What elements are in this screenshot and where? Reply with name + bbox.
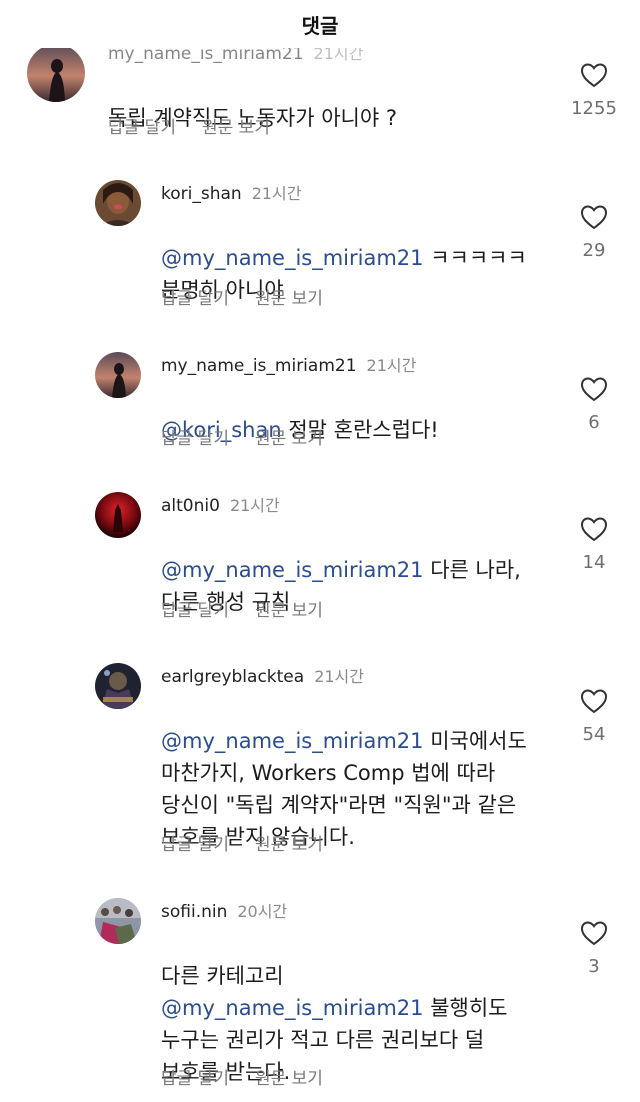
reply-button[interactable]: 답글 달기 xyxy=(108,113,176,138)
comment-actions: 답글 달기 원문 보기 xyxy=(161,1064,349,1089)
comment-username[interactable]: kori_shan xyxy=(161,184,242,204)
like-button[interactable]: 3 xyxy=(566,920,622,977)
comment-timestamp: 20시간 xyxy=(237,902,288,921)
reply-button[interactable]: 답글 달기 xyxy=(161,596,229,621)
sunset-silhouette-avatar[interactable] xyxy=(95,352,141,398)
like-count: 54 xyxy=(582,724,606,745)
comment-actions: 답글 달기 원문 보기 xyxy=(161,284,349,309)
heart-icon[interactable] xyxy=(580,204,608,230)
comments-header: 댓글 xyxy=(0,0,640,48)
comment-author-row: my_name_is_miriam21 21시간 xyxy=(161,352,416,376)
comment-timestamp: 21시간 xyxy=(366,356,417,375)
comment-username[interactable]: my_name_is_miriam21 xyxy=(161,356,357,376)
comment-text: @my_name_is_miriam21 미국에서도 마찬가지, Workers… xyxy=(161,729,527,849)
like-count: 3 xyxy=(588,956,600,977)
comment-actions: 답글 달기 원문 보기 xyxy=(161,830,349,855)
see-original-button[interactable]: 원문 보기 xyxy=(255,284,323,309)
reply-item: my_name_is_miriam21 21시간 @kori_shan 정말 혼… xyxy=(0,330,640,480)
comment-actions: 답글 달기 원문 보기 xyxy=(108,113,296,138)
like-button[interactable]: 54 xyxy=(566,688,622,745)
heart-icon[interactable] xyxy=(580,516,608,542)
reply-button[interactable]: 답글 달기 xyxy=(161,830,229,855)
see-original-button[interactable]: 원문 보기 xyxy=(255,596,323,621)
comment-actions: 답글 달기 원문 보기 xyxy=(161,596,349,621)
like-button[interactable]: 6 xyxy=(566,376,622,433)
woman-selfie-avatar[interactable] xyxy=(95,180,141,226)
comment-author-row: alt0ni0 21시간 xyxy=(161,492,280,516)
crowd-photo-avatar[interactable] xyxy=(95,898,141,944)
like-count: 29 xyxy=(582,240,606,261)
comment-author-row: kori_shan 21시간 xyxy=(161,180,302,204)
like-count: 14 xyxy=(582,552,606,573)
comment-username[interactable]: earlgreyblacktea xyxy=(161,667,304,687)
reply-item: kori_shan 21시간 @my_name_is_miriam21 ㅋㅋㅋㅋ… xyxy=(0,150,640,330)
heart-icon[interactable] xyxy=(580,376,608,402)
comment-timestamp: 21시간 xyxy=(229,496,280,515)
red-dark-avatar[interactable] xyxy=(95,492,141,538)
like-count: 6 xyxy=(588,412,600,433)
heart-icon[interactable] xyxy=(580,688,608,714)
like-button[interactable]: 29 xyxy=(566,204,622,261)
mention-link[interactable]: @my_name_is_miriam21 xyxy=(161,558,424,582)
reply-button[interactable]: 답글 달기 xyxy=(161,284,229,309)
comment-timestamp: 21시간 xyxy=(251,184,302,203)
like-button[interactable]: 1255 xyxy=(566,62,622,119)
see-original-button[interactable]: 원문 보기 xyxy=(202,113,270,138)
reply-button[interactable]: 답글 달기 xyxy=(161,1064,229,1089)
mention-link[interactable]: @my_name_is_miriam21 xyxy=(161,996,424,1020)
comment-author-row: earlgreyblacktea 21시간 xyxy=(161,663,364,687)
heart-icon[interactable] xyxy=(580,62,608,88)
mention-link[interactable]: @my_name_is_miriam21 xyxy=(161,246,424,270)
sunset-silhouette-avatar[interactable] xyxy=(27,44,85,102)
comment-username[interactable]: sofii.nin xyxy=(161,902,227,922)
reply-item: sofii.nin 20시간 다른 카테고리 @my_name_is_miria… xyxy=(0,890,640,1102)
comment-username[interactable]: alt0ni0 xyxy=(161,496,220,516)
comment-actions: 답글 달기 원문 보기 xyxy=(161,424,349,449)
comments-feed: my_name_is_miriam21 21시간 독립 계약직도 노동자가 아니… xyxy=(0,0,640,1102)
comment-author-row: sofii.nin 20시간 xyxy=(161,898,287,922)
comment-timestamp: 21시간 xyxy=(314,667,364,686)
see-original-button[interactable]: 원문 보기 xyxy=(255,830,323,855)
reply-item: earlgreyblacktea 21시간 @my_name_is_miriam… xyxy=(0,650,640,890)
like-button[interactable]: 14 xyxy=(566,516,622,573)
like-count: 1255 xyxy=(571,98,617,119)
reply-button[interactable]: 답글 달기 xyxy=(161,424,229,449)
see-original-button[interactable]: 원문 보기 xyxy=(255,1064,323,1089)
heart-icon[interactable] xyxy=(580,920,608,946)
game-art-avatar[interactable] xyxy=(95,663,141,709)
reply-item: alt0ni0 21시간 @my_name_is_miriam21 다른 나라,… xyxy=(0,480,640,650)
see-original-button[interactable]: 원문 보기 xyxy=(255,424,323,449)
mention-link[interactable]: @my_name_is_miriam21 xyxy=(161,729,424,753)
page-title: 댓글 xyxy=(301,13,339,38)
